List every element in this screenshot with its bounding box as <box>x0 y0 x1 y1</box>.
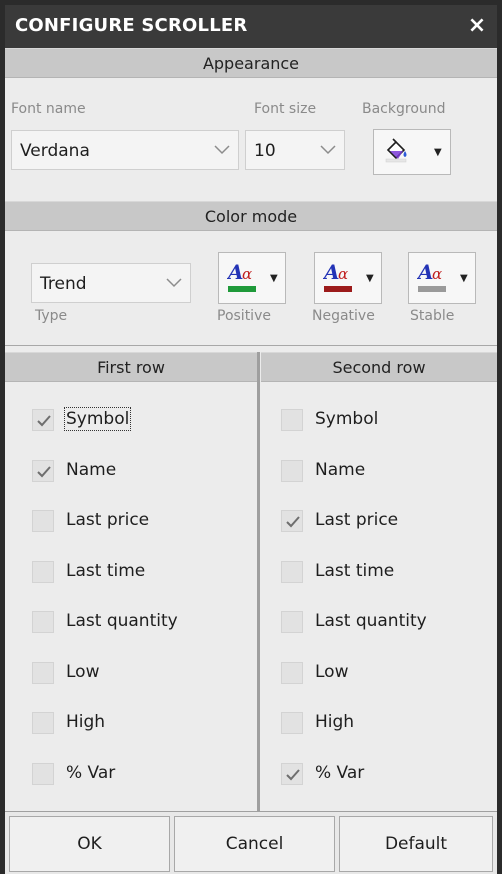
chevron-down-icon <box>214 145 230 155</box>
font-size-label: Font size <box>254 101 317 117</box>
font-name-value: Verdana <box>20 141 90 161</box>
svg-text:α: α <box>242 265 252 283</box>
font-color-icon: A α <box>227 260 256 292</box>
second-row-checkbox-row[interactable]: Last time <box>281 558 491 588</box>
first-row-checkbox[interactable] <box>32 763 54 785</box>
button-bar: OK Cancel Default <box>5 811 497 874</box>
stable-color-button[interactable]: A α ▼ <box>408 252 476 304</box>
first-row-checkbox-row[interactable]: Last price <box>32 507 242 537</box>
negative-label: Negative <box>312 308 375 324</box>
checkmark-icon <box>286 769 300 781</box>
checkmark-icon <box>37 415 51 427</box>
first-row-checkbox-label: Symbol <box>63 407 132 431</box>
stable-label: Stable <box>410 308 455 324</box>
second-row-checkbox-label: Low <box>315 662 349 682</box>
first-row-checkbox-row[interactable]: Name <box>32 457 242 487</box>
second-row-checkbox-row[interactable]: High <box>281 709 491 739</box>
first-row-checkbox-row[interactable]: High <box>32 709 242 739</box>
svg-text:α: α <box>432 265 442 283</box>
dialog-title: CONFIGURE SCROLLER <box>15 15 248 36</box>
first-row-checkbox[interactable] <box>32 611 54 633</box>
font-color-icon: A α <box>417 260 446 292</box>
type-label: Type <box>35 308 68 324</box>
second-row-checkbox-label: Last time <box>315 561 395 581</box>
first-row-checkbox-row[interactable]: Last time <box>32 558 242 588</box>
second-row-checkbox[interactable] <box>281 712 303 734</box>
second-row-checkbox[interactable] <box>281 460 303 482</box>
first-row-checkbox-label: Last quantity <box>66 611 178 631</box>
font-color-icon: A α <box>323 260 352 292</box>
second-row-checkbox-row[interactable]: % Var <box>281 760 491 790</box>
chevron-down-icon: ▼ <box>270 273 278 284</box>
chevron-down-icon <box>320 145 336 155</box>
second-row-checkbox-label: Last quantity <box>315 611 427 631</box>
font-name-select[interactable]: Verdana <box>11 130 239 170</box>
first-row-checkbox[interactable] <box>32 712 54 734</box>
first-row-checkbox-label: Name <box>66 460 117 480</box>
paint-bucket-icon <box>385 138 407 163</box>
cancel-button[interactable]: Cancel <box>174 816 335 872</box>
first-row-checkbox-row[interactable]: Low <box>32 659 242 689</box>
first-row-checkbox-row[interactable]: Symbol <box>32 406 242 436</box>
title-bar: CONFIGURE SCROLLER × <box>5 5 497 48</box>
font-name-label: Font name <box>11 101 86 117</box>
checkmark-icon <box>37 466 51 478</box>
first-row-checkbox[interactable] <box>32 561 54 583</box>
second-row-checkbox-row[interactable]: Name <box>281 457 491 487</box>
first-row-checkbox-label: Last price <box>66 510 150 530</box>
second-row-checkbox[interactable] <box>281 510 303 532</box>
chevron-down-icon: ▼ <box>366 273 374 284</box>
first-row-checkbox-label: Low <box>66 662 100 682</box>
default-button[interactable]: Default <box>339 816 493 872</box>
first-row-checkbox-label: % Var <box>66 763 116 783</box>
color-type-select[interactable]: Trend <box>31 263 191 303</box>
font-size-value: 10 <box>254 141 276 161</box>
negative-color-button[interactable]: A α ▼ <box>314 252 382 304</box>
second-row-checkbox-label: Name <box>315 460 366 480</box>
first-row-checkbox[interactable] <box>32 409 54 431</box>
divider <box>5 345 497 346</box>
second-row-checkbox[interactable] <box>281 561 303 583</box>
first-row-checkbox[interactable] <box>32 510 54 532</box>
first-row-checkbox[interactable] <box>32 460 54 482</box>
chevron-down-icon: ▼ <box>460 273 468 284</box>
first-row-checkbox-row[interactable]: Last quantity <box>32 608 242 638</box>
checkmark-icon <box>286 516 300 528</box>
configure-scroller-dialog: CONFIGURE SCROLLER × Appearance Font nam… <box>0 0 502 874</box>
first-row-header: First row <box>5 352 257 382</box>
background-color-button[interactable]: ▼ <box>373 129 451 175</box>
second-row-checkbox-label: High <box>315 712 355 732</box>
second-row-checkbox[interactable] <box>281 662 303 684</box>
second-row-checkbox-row[interactable]: Last quantity <box>281 608 491 638</box>
close-icon[interactable]: × <box>465 13 489 39</box>
second-row-checkbox-row[interactable]: Low <box>281 659 491 689</box>
second-row-header: Second row <box>261 352 497 382</box>
positive-color-button[interactable]: A α ▼ <box>218 252 286 304</box>
appearance-header: Appearance <box>5 48 497 78</box>
first-row-checkbox[interactable] <box>32 662 54 684</box>
color-type-value: Trend <box>40 274 87 294</box>
positive-label: Positive <box>217 308 271 324</box>
background-label: Background <box>362 101 446 117</box>
chevron-down-icon <box>166 278 182 288</box>
chevron-down-icon: ▼ <box>434 147 442 158</box>
second-row-checkbox-row[interactable]: Last price <box>281 507 491 537</box>
second-row-checkbox[interactable] <box>281 611 303 633</box>
column-divider <box>257 352 260 811</box>
ok-button[interactable]: OK <box>9 816 170 872</box>
first-row-checkbox-row[interactable]: % Var <box>32 760 242 790</box>
first-row-checkbox-label: High <box>66 712 106 732</box>
second-row-checkbox-label: Symbol <box>315 409 379 429</box>
second-row-checkbox[interactable] <box>281 409 303 431</box>
second-row-checkbox[interactable] <box>281 763 303 785</box>
font-size-select[interactable]: 10 <box>245 130 345 170</box>
second-row-checkbox-label: % Var <box>315 763 365 783</box>
second-row-checkbox-label: Last price <box>315 510 399 530</box>
second-row-checkbox-row[interactable]: Symbol <box>281 406 491 436</box>
svg-text:α: α <box>338 265 348 283</box>
first-row-checkbox-label: Last time <box>66 561 146 581</box>
color-mode-header: Color mode <box>5 201 497 231</box>
